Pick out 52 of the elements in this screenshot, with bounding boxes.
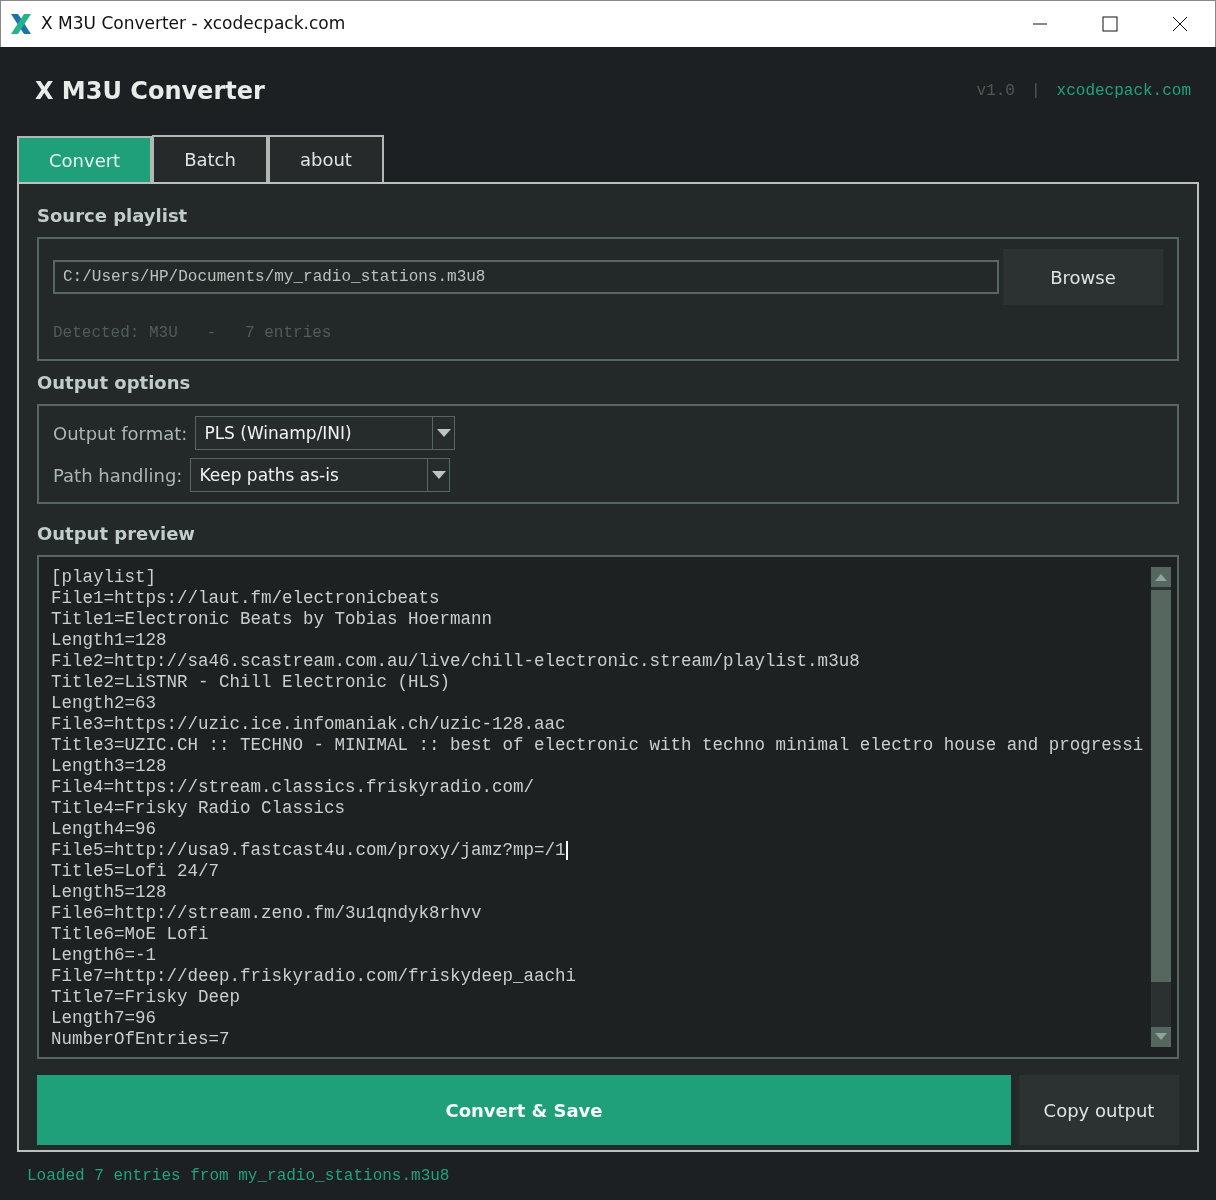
status-message: Loaded 7 entries from my_radio_stations.m3u8	[27, 1166, 450, 1187]
tab[interactable]: Batch	[152, 135, 268, 182]
code-line: File4=https://stream.classics.friskyradio.com/	[51, 777, 535, 797]
minimize-icon	[1032, 23, 1048, 25]
separator: |	[1030, 81, 1041, 102]
version-label: v1.0	[976, 81, 1015, 102]
dropdown[interactable]: Keep paths as-is	[190, 458, 451, 492]
code-line: Title3=UZIC.CH :: TECHNO - MINIMAL :: best of electronic with techno minimal electro house and progressi	[51, 735, 1144, 755]
browse-button[interactable]: Browse	[1003, 249, 1163, 305]
code-line: File3=https://uzic.ice.infomaniak.ch/uzic-128.aac	[51, 714, 566, 734]
scroll-down-icon[interactable]	[1151, 1027, 1171, 1047]
code-line: Title6=MoE Lofi	[51, 924, 209, 944]
section-heading: Output preview	[37, 522, 196, 546]
field-label: Output format:	[53, 421, 188, 446]
copy-output-button[interactable]: Copy output	[1019, 1075, 1179, 1145]
code-line: Title2=LiSTNR - Chill Electronic (HLS)	[51, 672, 451, 692]
code-line: File6=http://stream.zeno.fm/3u1qndyk8rhvv	[51, 903, 482, 923]
code-line: Length5=128	[51, 882, 167, 902]
code-line: Length6=-1	[51, 945, 157, 965]
code-line: File1=https://laut.fm/electronicbeats	[51, 588, 440, 608]
caret-icon	[436, 429, 451, 437]
close-icon	[1172, 16, 1188, 32]
website-link[interactable]: xcodecpack.com	[1056, 79, 1191, 103]
app-title: X M3U Converter	[35, 76, 265, 107]
maximize-icon	[1102, 16, 1118, 32]
code-line: Title1=Electronic Beats by Tobias Hoermann	[51, 609, 493, 629]
code-line: Length1=128	[51, 630, 167, 650]
path-field[interactable]: C:/Users/HP/Documents/my_radio_stations.m3u8	[53, 260, 999, 294]
code-line: File5=http://usa9.fastcast4u.com/proxy/jamz?mp=/1	[51, 840, 566, 860]
code-line: Length4=96	[51, 819, 157, 839]
section-heading: Output options	[37, 371, 192, 395]
code-line: Length3=128	[51, 756, 167, 776]
app-logo-icon	[9, 13, 33, 35]
code-line: Title5=Lofi 24/7	[51, 861, 220, 881]
code-line: NumberOfEntries=7	[51, 1029, 230, 1047]
field-label: Path handling:	[53, 463, 183, 488]
code-line: Length7=96	[51, 1008, 157, 1028]
code-line: [playlist]	[51, 567, 157, 587]
scroll-thumb[interactable]	[1151, 590, 1171, 982]
tab[interactable]: about	[267, 135, 384, 182]
code-line: Length2=63	[51, 693, 157, 713]
code-line: File2=http://sa46.scastream.com.au/live/chill-electronic.stream/playlist.m3u8	[51, 651, 860, 671]
window-title: X M3U Converter - xcodecpack.com	[41, 12, 346, 36]
dropdown[interactable]: PLS (Winamp/INI)	[195, 416, 456, 450]
caret-icon	[431, 471, 446, 479]
scroll-up-icon[interactable]	[1151, 567, 1171, 587]
section-heading: Source playlist	[37, 204, 189, 228]
code-line: Title7=Frisky Deep	[51, 987, 241, 1007]
code-line: Title4=Frisky Radio Classics	[51, 798, 346, 818]
preview-area[interactable]	[37, 555, 1179, 1059]
code-line: File7=http://deep.friskyradio.com/friskydeep_aachi	[51, 966, 577, 986]
scrollbar[interactable]	[1151, 567, 1171, 1047]
